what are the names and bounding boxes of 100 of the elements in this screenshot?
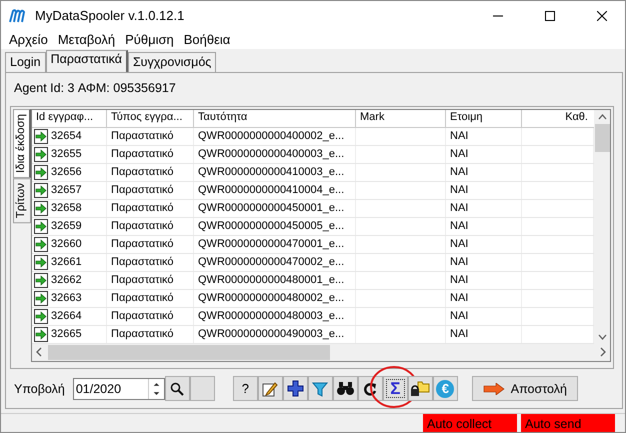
status-indicator: Auto send [521, 414, 615, 432]
tab[interactable]: Login [5, 52, 46, 72]
table-cell: ΝΑΙ [450, 256, 468, 268]
send-arrow-icon [34, 326, 48, 342]
column-header[interactable]: Ταυτότητα [194, 110, 356, 126]
plus-icon [286, 380, 304, 397]
column-header[interactable]: Τύπος εγγρα... [107, 110, 194, 126]
arrow-icon [482, 382, 505, 394]
table-cell: QWR0000000000450005_e... [198, 220, 344, 232]
refresh-icon [363, 382, 378, 396]
send-arrow-icon [34, 272, 48, 288]
send-arrow-icon [34, 236, 48, 252]
table-cell: QWR0000000000470001_e... [198, 238, 344, 250]
table-cell: QWR0000000000450001_e... [198, 202, 344, 214]
table-cell: QWR0000000000470002_e... [198, 256, 344, 268]
tab[interactable]: Παραστατικά [46, 50, 128, 72]
table-cell: ΝΑΙ [450, 202, 468, 214]
period-label: Υποβολή [14, 382, 65, 396]
find-button[interactable] [332, 376, 358, 401]
table-cell: Παραστατικό [111, 220, 174, 232]
menu-item[interactable]: Βοήθεια [180, 32, 234, 47]
window-title: MyDataSpooler v.1.0.12.1 [35, 8, 186, 23]
column-header[interactable]: Mark [356, 110, 446, 126]
table-cell: ΝΑΙ [450, 220, 468, 232]
table-cell: ΝΑΙ [450, 130, 468, 142]
table-cell: 32656 [51, 166, 82, 178]
table-cell: QWR0000000000410003_e... [198, 166, 344, 178]
table-cell: ΝΑΙ [450, 148, 468, 160]
column-header[interactable]: Ετοιμη [446, 110, 522, 126]
table-cell: 32660 [51, 238, 82, 250]
search-icon [170, 382, 184, 396]
vertical-scrollbar[interactable] [594, 110, 610, 344]
maximize-icon[interactable] [545, 10, 555, 20]
table-cell: Παραστατικό [111, 274, 174, 286]
binoculars-icon [336, 381, 354, 396]
agent-info: Agent Id: 3 ΑΦΜ: 095356917 [13, 80, 177, 97]
send-arrow-icon [34, 218, 48, 234]
table-cell: Παραστατικό [111, 256, 174, 268]
column-header[interactable]: Καθ. [522, 110, 594, 126]
send-arrow-icon [34, 290, 48, 306]
menu-item[interactable]: Ρύθμιση [121, 32, 178, 47]
side-tab[interactable]: Τρίτων [13, 178, 31, 223]
table-cell: QWR0000000000490003_e... [198, 328, 344, 340]
send-arrow-icon [34, 308, 48, 324]
period-spinner[interactable]: 01/2020 [72, 378, 165, 400]
table-cell: Παραστατικό [111, 292, 174, 304]
status-indicator: Auto collect [423, 414, 517, 432]
send-arrow-icon [34, 164, 48, 180]
table-cell: Παραστατικό [111, 310, 174, 322]
table-cell: QWR0000000000410004_e... [198, 184, 344, 196]
table-cell: Παραστατικό [111, 130, 174, 142]
table-cell: 32663 [51, 292, 82, 304]
filter-button[interactable] [308, 376, 333, 401]
close-icon[interactable] [597, 10, 607, 20]
menu-item[interactable]: Αρχείο [5, 32, 52, 47]
folder-lock-icon [410, 380, 430, 398]
send-arrow-icon [34, 200, 48, 216]
menu-item[interactable]: Μεταβολή [54, 32, 120, 47]
table-cell: QWR0000000000400002_e... [198, 130, 344, 142]
table-cell: 32655 [51, 148, 82, 160]
send-arrow-icon [34, 254, 48, 270]
search-button[interactable] [164, 376, 190, 401]
table-cell: ΝΑΙ [450, 328, 468, 340]
table-cell: 32665 [51, 328, 82, 340]
table-cell: Παραστατικό [111, 202, 174, 214]
table-cell: Παραστατικό [111, 238, 174, 250]
horizontal-scrollbar[interactable] [32, 344, 610, 360]
table-cell: QWR0000000000480002_e... [198, 292, 344, 304]
edit-button[interactable] [258, 376, 283, 401]
table-cell: Παραστατικό [111, 328, 174, 340]
scroll-thumb[interactable] [48, 344, 330, 360]
table-cell: Παραστατικό [111, 148, 174, 160]
side-tab[interactable]: Ιδια έκδοση [13, 108, 31, 178]
table-cell: ΝΑΙ [450, 238, 468, 250]
table-cell: ΝΑΙ [450, 166, 468, 178]
pencil-icon [262, 380, 278, 396]
table-cell: 32664 [51, 310, 82, 322]
table-cell: 32659 [51, 220, 82, 232]
table-cell: ΝΑΙ [450, 292, 468, 304]
table-cell: Παραστατικό [111, 184, 174, 196]
help-button[interactable]: ? [232, 376, 258, 401]
table-cell: ΝΑΙ [450, 274, 468, 286]
column-header[interactable]: Id εγγραφ... [32, 110, 107, 126]
send-arrow-icon [34, 146, 48, 162]
tab[interactable]: Συγχρονισμός [128, 52, 216, 72]
table-cell: QWR0000000000480003_e... [198, 310, 344, 322]
table-cell: 32654 [51, 130, 82, 142]
scroll-thumb[interactable] [594, 124, 610, 152]
folder-button[interactable] [408, 376, 433, 401]
table-cell: ΝΑΙ [450, 310, 468, 322]
sum-button[interactable]: Σ [382, 376, 408, 401]
table-cell: 32662 [51, 274, 82, 286]
table-cell: Παραστατικό [111, 166, 174, 178]
add-button[interactable] [282, 376, 308, 401]
filter-icon [312, 380, 328, 396]
table-cell: ΝΑΙ [450, 184, 468, 196]
send-button[interactable]: Αποστολή [472, 376, 578, 401]
table-cell: QWR0000000000480001_e... [198, 274, 344, 286]
table-cell: 32658 [51, 202, 82, 214]
table-cell: 32661 [51, 256, 82, 268]
